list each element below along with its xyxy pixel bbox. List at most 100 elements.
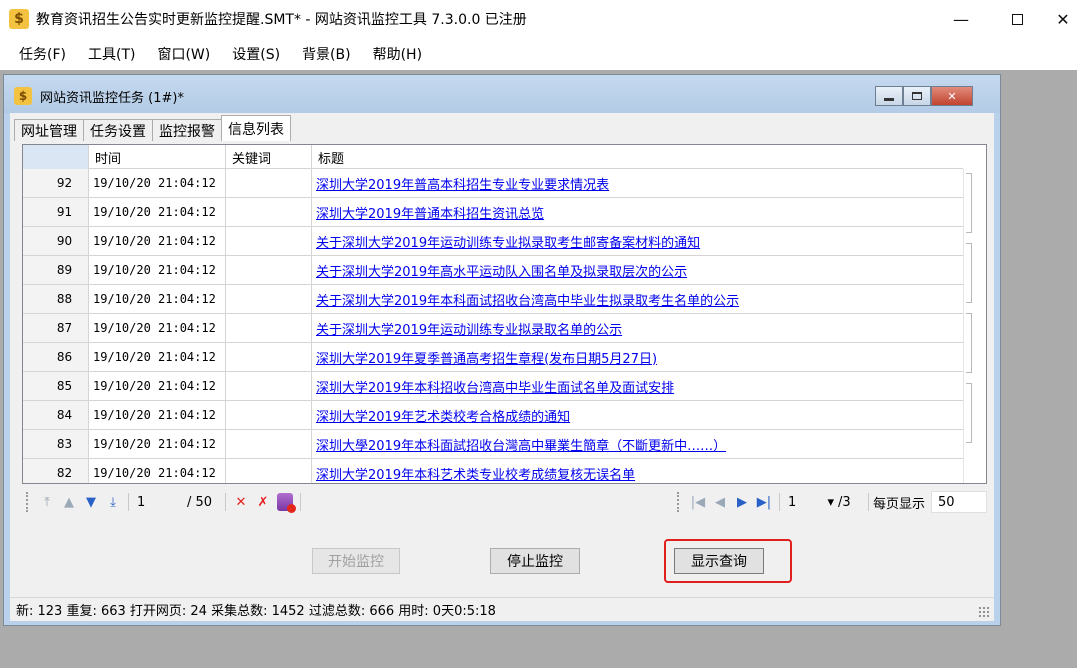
menu-settings[interactable]: 设置(S) bbox=[221, 40, 291, 68]
row-keyword bbox=[226, 256, 312, 284]
header-keyword[interactable]: 关键词 bbox=[226, 145, 312, 169]
menu-tools[interactable]: 工具(T) bbox=[77, 40, 146, 68]
row-title-link[interactable]: 深圳大学2019年普高本科招生专业专业要求情况表 bbox=[316, 174, 609, 193]
row-time: 19/10/20 21:04:12 bbox=[89, 227, 226, 255]
dollar-icon: $ bbox=[9, 9, 29, 29]
menu-task[interactable]: 任务(F) bbox=[8, 40, 77, 68]
row-title-link[interactable]: 深圳大学2019年本科艺术类专业校考成绩复核无误名单 bbox=[316, 464, 635, 483]
page-select[interactable]: 1 ▾ bbox=[784, 491, 838, 513]
vertical-scrollbar[interactable] bbox=[963, 169, 986, 483]
header-title[interactable]: 标题 bbox=[312, 145, 963, 169]
table-row[interactable]: 88 19/10/20 21:04:12 关于深圳大学2019年本科面试招收台湾高中… bbox=[23, 285, 963, 314]
row-time: 19/10/20 21:04:12 bbox=[89, 459, 226, 483]
row-title-cell: 关于深圳大学2019年高水平运动队入围名单及拟录取层次的公示 bbox=[312, 256, 963, 284]
row-index: 87 bbox=[23, 314, 89, 342]
child-minimize-button[interactable] bbox=[875, 86, 903, 106]
title-bar: $ 教育资讯招生公告实时更新监控提醒.SMT* - 网站资讯监控工具 7.3.0… bbox=[0, 0, 1077, 38]
tab-monitor-alarm[interactable]: 监控报警 bbox=[152, 119, 222, 141]
close-icon: ✕ bbox=[947, 89, 957, 103]
table-row[interactable]: 89 19/10/20 21:04:12 关于深圳大学2019年高水平运动队入围名单… bbox=[23, 256, 963, 285]
table-row[interactable]: 87 19/10/20 21:04:12 关于深圳大学2019年运动训练专业拟录取名… bbox=[23, 314, 963, 343]
minimize-button[interactable]: — bbox=[938, 0, 984, 38]
info-table: 时间 关键词 标题 92 19/10/20 21:04:12 深圳大学2019年普高… bbox=[22, 144, 987, 484]
header-time[interactable]: 时间 bbox=[89, 145, 226, 169]
row-time: 19/10/20 21:04:12 bbox=[89, 430, 226, 458]
minimize-icon bbox=[884, 97, 894, 101]
child-title-bar: $ 网站资讯监控任务 (1#)* ✕ bbox=[4, 75, 1000, 113]
row-title-link[interactable]: 深圳大学2019年艺术类校考合格成绩的通知 bbox=[316, 406, 570, 425]
prev-page-icon[interactable]: ◀ bbox=[709, 491, 731, 513]
start-monitor-button[interactable]: 开始监控 bbox=[312, 548, 400, 574]
toolbar-grip[interactable] bbox=[26, 492, 32, 512]
delete-all-icon[interactable]: ✗ bbox=[252, 491, 274, 513]
record-position-input[interactable] bbox=[133, 491, 183, 513]
row-keyword bbox=[226, 459, 312, 483]
tab-task-settings[interactable]: 任务设置 bbox=[83, 119, 153, 141]
last-page-icon[interactable]: ▶| bbox=[753, 491, 775, 513]
next-page-icon[interactable]: ▶ bbox=[731, 491, 753, 513]
row-title-link[interactable]: 关于深圳大学2019年本科面试招收台湾高中毕业生拟录取考生名单的公示 bbox=[316, 290, 739, 309]
row-index: 83 bbox=[23, 430, 89, 458]
menu-window[interactable]: 窗口(W) bbox=[146, 40, 221, 68]
maximize-button[interactable] bbox=[994, 0, 1040, 38]
clear-database-icon[interactable] bbox=[274, 491, 296, 513]
menu-help[interactable]: 帮助(H) bbox=[362, 40, 433, 68]
row-title-link[interactable]: 深圳大学2019年普通本科招生资讯总览 bbox=[316, 203, 544, 222]
move-top-icon[interactable]: ⤒ bbox=[36, 491, 58, 513]
row-keyword bbox=[226, 227, 312, 255]
row-index: 90 bbox=[23, 227, 89, 255]
menu-background[interactable]: 背景(B) bbox=[291, 40, 362, 68]
table-row[interactable]: 84 19/10/20 21:04:12 深圳大学2019年艺术类校考合格成绩的通知 bbox=[23, 401, 963, 430]
per-page-input[interactable] bbox=[931, 491, 987, 513]
table-row[interactable]: 91 19/10/20 21:04:12 深圳大学2019年普通本科招生资讯总览 bbox=[23, 198, 963, 227]
row-keyword bbox=[226, 401, 312, 429]
row-time: 19/10/20 21:04:12 bbox=[89, 314, 226, 342]
move-up-icon[interactable]: ▲ bbox=[58, 491, 80, 513]
stop-monitor-button[interactable]: 停止监控 bbox=[490, 548, 580, 574]
row-title-link[interactable]: 关于深圳大学2019年高水平运动队入围名单及拟录取层次的公示 bbox=[316, 261, 687, 280]
table-row[interactable]: 90 19/10/20 21:04:12 关于深圳大学2019年运动训练专业拟录取考… bbox=[23, 227, 963, 256]
show-query-button[interactable]: 显示查询 bbox=[674, 548, 764, 574]
header-index[interactable] bbox=[23, 145, 89, 169]
status-bar: 新: 123 重复: 663 打开网页: 24 采集总数: 1452 过滤总数:… bbox=[10, 597, 994, 621]
page-select-value: 1 bbox=[787, 494, 797, 510]
tab-url-management[interactable]: 网址管理 bbox=[14, 119, 84, 141]
row-keyword bbox=[226, 343, 312, 371]
row-title-link[interactable]: 深圳大學2019年本科面試招收台灣高中畢業生簡章（不斷更新中……） bbox=[316, 435, 726, 454]
table-row[interactable]: 82 19/10/20 21:04:12 深圳大学2019年本科艺术类专业校考成绩复… bbox=[23, 459, 963, 483]
row-title-link[interactable]: 深圳大学2019年夏季普通高考招生章程(发布日期5月27日) bbox=[316, 348, 657, 367]
table-header: 时间 关键词 标题 bbox=[23, 145, 963, 169]
toolbar-grip[interactable] bbox=[676, 492, 683, 512]
minimize-icon: — bbox=[953, 9, 969, 29]
row-keyword bbox=[226, 430, 312, 458]
status-text: 新: 123 重复: 663 打开网页: 24 采集总数: 1452 过滤总数:… bbox=[16, 604, 496, 619]
mdi-area: $ 网站资讯监控任务 (1#)* ✕ 网址管理 任务设置 监控报警 信息列表 时… bbox=[0, 70, 1077, 668]
row-title-link[interactable]: 关于深圳大学2019年运动训练专业拟录取考生邮寄备案材料的通知 bbox=[316, 232, 700, 251]
delete-icon[interactable]: ✕ bbox=[230, 491, 252, 513]
page-navigator: |◀ ◀ ▶ ▶| 1 ▾ /3 每页显示 bbox=[673, 487, 987, 517]
separator bbox=[225, 493, 226, 511]
scroll-marker bbox=[966, 313, 972, 373]
separator bbox=[128, 493, 129, 511]
row-title-cell: 深圳大学2019年本科招收台湾高中毕业生面试名单及面试安排 bbox=[312, 372, 963, 400]
row-title-cell: 深圳大学2019年夏季普通高考招生章程(发布日期5月27日) bbox=[312, 343, 963, 371]
table-row[interactable]: 86 19/10/20 21:04:12 深圳大学2019年夏季普通高考招生章程(发… bbox=[23, 343, 963, 372]
close-button[interactable]: ✕ bbox=[1040, 0, 1077, 38]
row-index: 92 bbox=[23, 169, 89, 197]
child-restore-button[interactable] bbox=[903, 86, 931, 106]
table-row[interactable]: 83 19/10/20 21:04:12 深圳大學2019年本科面試招收台灣高中畢業… bbox=[23, 430, 963, 459]
first-page-icon[interactable]: |◀ bbox=[687, 491, 709, 513]
row-time: 19/10/20 21:04:12 bbox=[89, 198, 226, 226]
row-title-link[interactable]: 关于深圳大学2019年运动训练专业拟录取名单的公示 bbox=[316, 319, 622, 338]
resize-grip-icon[interactable] bbox=[978, 606, 990, 618]
table-row[interactable]: 92 19/10/20 21:04:12 深圳大学2019年普高本科招生专业专业要求… bbox=[23, 169, 963, 198]
move-bottom-icon[interactable]: ⤓ bbox=[102, 491, 124, 513]
scroll-marker bbox=[966, 173, 972, 233]
child-close-button[interactable]: ✕ bbox=[931, 86, 973, 106]
task-child-window: $ 网站资讯监控任务 (1#)* ✕ 网址管理 任务设置 监控报警 信息列表 时… bbox=[3, 74, 1001, 626]
move-down-icon[interactable]: ▼ bbox=[80, 491, 102, 513]
restore-icon bbox=[912, 92, 922, 100]
tab-info-list[interactable]: 信息列表 bbox=[221, 115, 291, 141]
table-row[interactable]: 85 19/10/20 21:04:12 深圳大学2019年本科招收台湾高中毕业生面… bbox=[23, 372, 963, 401]
row-title-link[interactable]: 深圳大学2019年本科招收台湾高中毕业生面试名单及面试安排 bbox=[316, 377, 674, 396]
